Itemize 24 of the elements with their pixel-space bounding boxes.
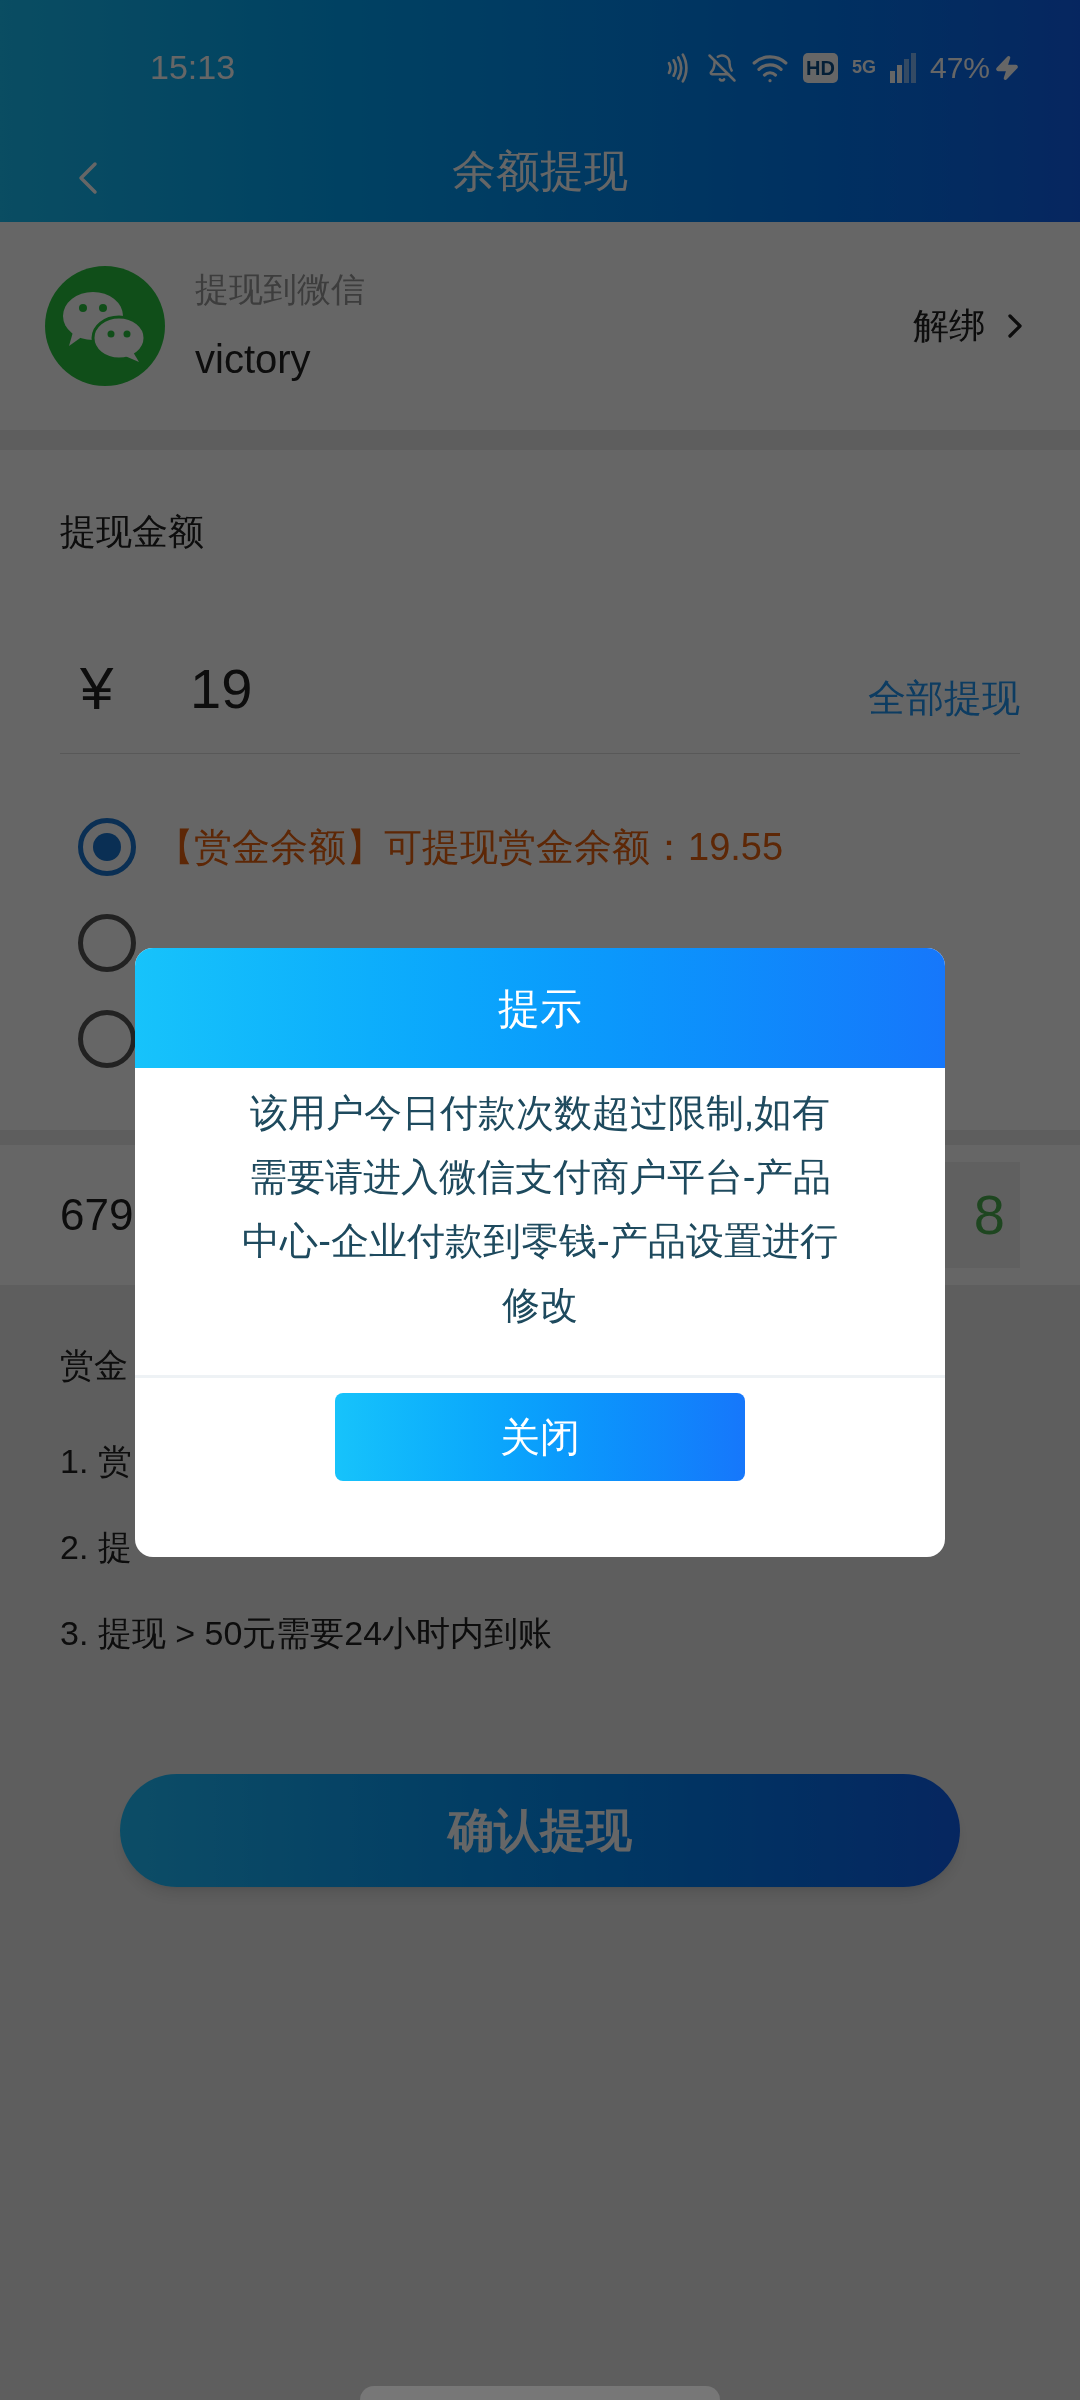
close-button[interactable]: 关闭 <box>335 1393 745 1481</box>
network-label: 5G <box>851 56 876 79</box>
battery-percent: 47% <box>929 50 990 86</box>
balance-option-label: 【赏金余额】可提现赏金余额：19.55 <box>156 824 784 870</box>
dialog-title: 提示 <box>498 983 582 1034</box>
bell-off-icon <box>707 52 738 83</box>
page-title: 余额提现 <box>452 144 628 197</box>
note-line: 3. 提现 > 50元需要24小时内到账 <box>60 1613 553 1654</box>
confirm-withdraw-button[interactable]: 确认提现 <box>120 1774 960 1887</box>
amount-label: 提现金额 <box>60 510 205 554</box>
note-line: 2. 提 <box>60 1527 132 1568</box>
amount-input[interactable]: 19 <box>190 646 253 731</box>
phone-number: 679 <box>60 1189 134 1241</box>
hd-badge: HD <box>803 52 838 83</box>
withdraw-all-link[interactable]: 全部提现 <box>868 670 1020 727</box>
wechat-icon <box>45 266 165 386</box>
dialog-message: 该用户今日付款次数超过限制,如有需要请进入微信支付商户平台-产品中心-企业付款到零钱-产品设置进行修改 <box>241 1091 839 1328</box>
note-line: 1. 赏 <box>60 1441 132 1482</box>
status-time: 15:13 <box>150 47 236 88</box>
currency-symbol: ¥ <box>79 653 115 724</box>
unbind-button[interactable]: 解绑 <box>913 298 1035 354</box>
radio-button[interactable] <box>78 818 136 876</box>
account-name: victory <box>195 335 312 383</box>
notes-title: 赏金 <box>60 1345 128 1386</box>
